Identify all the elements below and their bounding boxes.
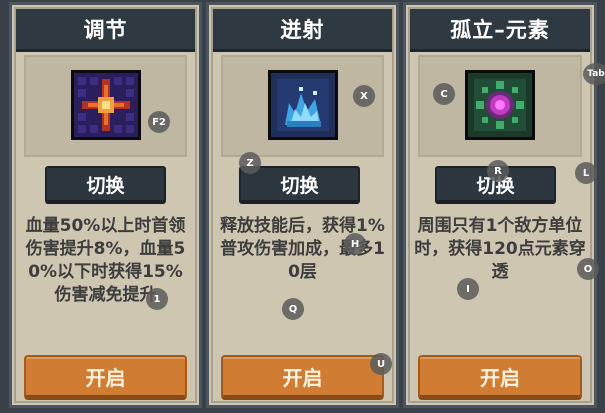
hotkey-badge-i[interactable]: I <box>457 278 479 300</box>
hotkey-badge-x[interactable]: X <box>353 85 375 107</box>
hotkey-badge-u[interactable]: U <box>370 353 392 375</box>
talent-description: 周围只有1个敌方单位时，获得120点元素穿透 <box>414 216 586 282</box>
hotkey-badge-1[interactable]: 1 <box>146 288 168 310</box>
cross-burst-icon <box>70 70 141 140</box>
icon-panel <box>24 55 187 157</box>
card-title: 孤立–元素 <box>410 9 590 52</box>
hotkey-badge-r[interactable]: R <box>487 160 509 182</box>
switch-button[interactable]: 切换 <box>239 166 360 204</box>
card-title: 迸射 <box>213 9 392 52</box>
splash-wave-icon <box>267 70 338 140</box>
open-button[interactable]: 开启 <box>418 355 582 400</box>
hotkey-badge-o[interactable]: O <box>577 258 599 280</box>
hotkey-badge-tab[interactable]: Tab <box>583 63 605 85</box>
icon-panel <box>418 55 582 157</box>
open-button[interactable]: 开启 <box>24 355 187 400</box>
open-button[interactable]: 开启 <box>221 355 384 400</box>
hotkey-badge-z[interactable]: Z <box>239 152 261 174</box>
hotkey-badge-q[interactable]: Q <box>282 298 304 320</box>
hotkey-badge-f2[interactable]: F2 <box>148 111 170 133</box>
hotkey-badge-h[interactable]: H <box>344 233 366 255</box>
talent-card-tiaojie: 调节 切换 血量50%以上时首领伤害提升8%，血量50%以下时获得15%伤害减免… <box>9 2 202 408</box>
card-title: 调节 <box>16 9 195 52</box>
element-orb-icon <box>465 70 535 140</box>
talent-card-guli-yuansu: 孤立–元素 切换 周围只有1个敌方单位时，获得120点元素穿透 开启 <box>403 2 597 408</box>
hotkey-badge-c[interactable]: C <box>433 83 455 105</box>
talent-card-bengshe: 迸射 切换 释放技能后，获得1%普攻伤害加成，最多10层 开启 <box>206 2 399 408</box>
hotkey-badge-l[interactable]: L <box>575 162 597 184</box>
switch-button[interactable]: 切换 <box>45 166 166 204</box>
